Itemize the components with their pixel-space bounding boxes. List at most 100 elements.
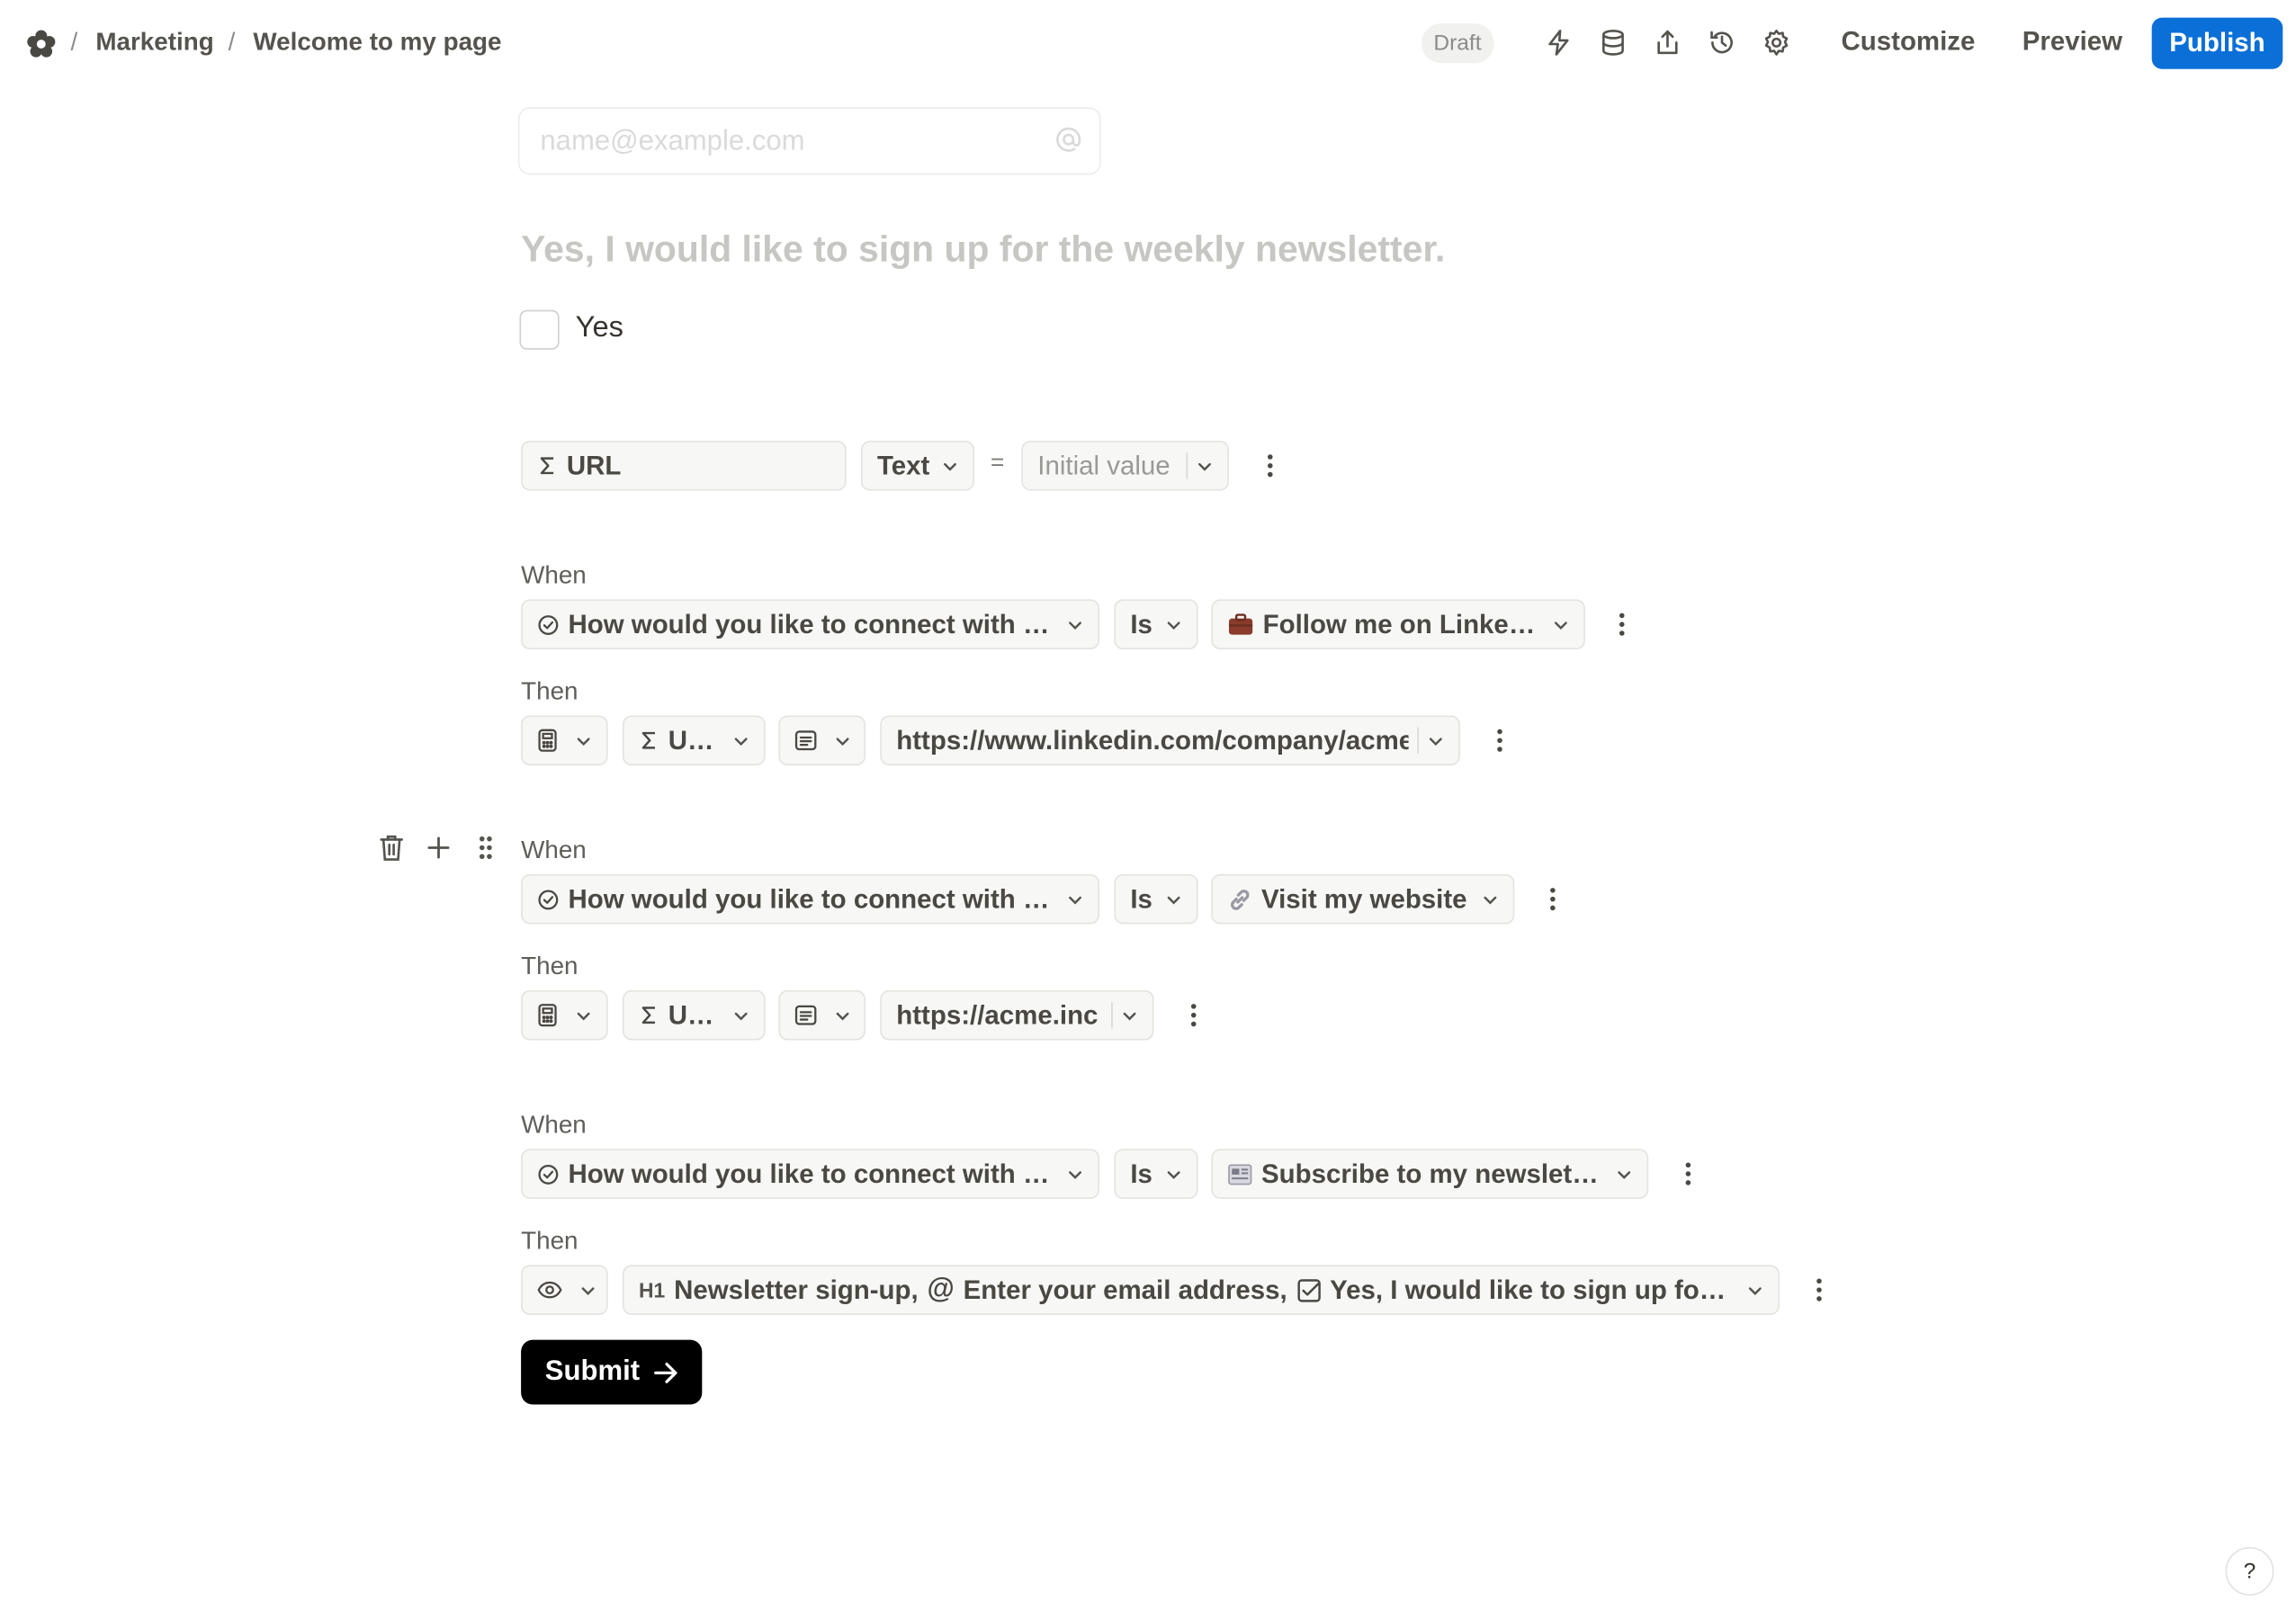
at-sign-icon (1054, 125, 1083, 162)
more-options-icon[interactable] (1673, 1159, 1703, 1189)
check-circle-icon (537, 888, 560, 910)
share-icon[interactable] (1650, 25, 1685, 60)
heading-marker: H1 (638, 1278, 666, 1302)
chevron-down-icon (576, 1007, 592, 1024)
help-button[interactable]: ? (2225, 1546, 2274, 1596)
action-type-select[interactable] (521, 715, 608, 766)
calculator-icon (537, 1004, 558, 1027)
value-field[interactable]: https://www.linkedin.com/company/acme (880, 715, 1460, 766)
chevron-down-icon (1553, 616, 1569, 632)
chevron-down-icon (1067, 616, 1083, 632)
value-type-select[interactable] (778, 989, 865, 1041)
link-icon (1227, 887, 1252, 912)
chevron-down-icon (733, 732, 749, 748)
condition-field-select[interactable]: How would you like to connect with m... (521, 599, 1100, 649)
operator-select[interactable]: Is (1114, 599, 1198, 649)
divider (1417, 727, 1420, 754)
more-options-icon[interactable] (1485, 726, 1515, 756)
chevron-down-icon (1166, 1166, 1182, 1182)
block-heading: Newsletter sign-up, (674, 1274, 919, 1304)
option-select[interactable]: Subscribe to my newsletter (1211, 1149, 1649, 1199)
publish-button[interactable]: Publish (2151, 17, 2283, 69)
chevron-down-icon (1616, 1166, 1632, 1182)
condition-field-label: How would you like to connect with m... (568, 883, 1055, 914)
submit-button[interactable]: Submit (521, 1339, 703, 1405)
breadcrumb-item-marketing[interactable]: Marketing (95, 28, 213, 58)
database-icon[interactable] (1595, 25, 1630, 60)
option-label: Subscribe to my newsletter (1260, 1158, 1605, 1188)
chevron-down-icon (580, 1282, 596, 1298)
trash-icon[interactable] (375, 832, 408, 864)
chevron-down-icon (942, 458, 958, 474)
more-options-icon[interactable] (1255, 451, 1285, 480)
equals-sign: = (990, 451, 1005, 477)
status-badge: Draft (1422, 23, 1493, 64)
newsletter-checkbox[interactable] (519, 309, 560, 350)
customize-button[interactable]: Customize (1842, 26, 1976, 57)
operator-select[interactable]: Is (1114, 1149, 1198, 1199)
arrow-right-icon (653, 1361, 678, 1383)
option-select[interactable]: Visit my website (1211, 873, 1515, 925)
condition-field-select[interactable]: How would you like to connect with m... (521, 1149, 1100, 1199)
newsletter-question: Yes, I would like to sign up for the wee… (521, 228, 1446, 271)
target-variable-select[interactable]: URL (622, 989, 766, 1041)
chevron-down-icon (1166, 616, 1182, 632)
show-blocks-list: H1 Newsletter sign-up, @ Enter your emai… (639, 1274, 1735, 1306)
chevron-down-icon (1482, 891, 1498, 908)
condition-field-select[interactable]: How would you like to connect with m... (521, 873, 1100, 925)
more-options-icon[interactable] (1607, 610, 1637, 640)
history-icon[interactable] (1704, 25, 1739, 60)
breadcrumb-separator: / (70, 28, 78, 57)
divider (1186, 452, 1188, 479)
more-options-icon[interactable] (1805, 1275, 1834, 1305)
lightning-icon[interactable] (1541, 25, 1576, 60)
drag-handle-icon[interactable] (470, 832, 502, 864)
then-label: Then (521, 676, 578, 706)
when-label: When (521, 1110, 587, 1139)
condition-field-label: How would you like to connect with m... (568, 609, 1055, 639)
sigma-icon (639, 1005, 659, 1025)
chevron-down-icon (1166, 891, 1182, 908)
more-options-icon[interactable] (1179, 1000, 1208, 1030)
block-email: Enter your email address, (963, 1274, 1287, 1304)
workspace-logo-icon[interactable] (25, 28, 58, 60)
more-options-icon[interactable] (1538, 884, 1568, 914)
operator-label: Is (1130, 1158, 1152, 1188)
settings-icon[interactable] (1759, 25, 1794, 60)
value-type-select[interactable] (778, 715, 865, 766)
variable-type-label: Text (876, 450, 930, 480)
show-blocks-select[interactable]: H1 Newsletter sign-up, @ Enter your emai… (622, 1265, 1780, 1315)
initial-value-placeholder: Initial value (1037, 450, 1170, 480)
then-label: Then (521, 952, 578, 980)
chevron-down-icon (1747, 1282, 1763, 1298)
action-type-select[interactable] (521, 1265, 608, 1315)
variable-name: URL (566, 450, 622, 480)
chevron-down-icon (576, 732, 592, 748)
initial-value-select[interactable]: Initial value (1021, 441, 1229, 491)
preview-button[interactable]: Preview (2022, 26, 2122, 57)
operator-label: Is (1130, 609, 1152, 639)
check-circle-icon (537, 1163, 560, 1185)
value-field[interactable]: https://acme.inc (880, 989, 1154, 1041)
operator-label: Is (1130, 883, 1152, 914)
top-bar: / Marketing / Welcome to my page Draft C… (0, 0, 2296, 88)
value-label: https://acme.inc (896, 999, 1099, 1030)
chevron-down-icon (1428, 732, 1444, 748)
breadcrumb-item-page[interactable]: Welcome to my page (253, 28, 501, 58)
operator-select[interactable]: Is (1114, 873, 1198, 925)
chevron-down-icon (1122, 1007, 1138, 1024)
plus-icon[interactable] (423, 832, 455, 864)
sigma-icon (537, 455, 558, 476)
action-type-select[interactable] (521, 989, 608, 1041)
variable-name-field[interactable]: URL (521, 441, 847, 491)
target-variable-select[interactable]: URL (622, 715, 766, 766)
breadcrumb-separator: / (228, 28, 236, 57)
chevron-down-icon (1067, 891, 1083, 908)
variable-type-select[interactable]: Text (861, 441, 974, 491)
chevron-down-icon (1197, 458, 1213, 474)
checkbox-checked-icon (1296, 1277, 1322, 1302)
option-select[interactable]: Follow me on LinkedIn (1211, 599, 1585, 649)
chevron-down-icon (733, 1007, 749, 1024)
chevron-down-icon (1067, 1166, 1083, 1182)
email-field[interactable]: name@example.com (517, 107, 1101, 175)
